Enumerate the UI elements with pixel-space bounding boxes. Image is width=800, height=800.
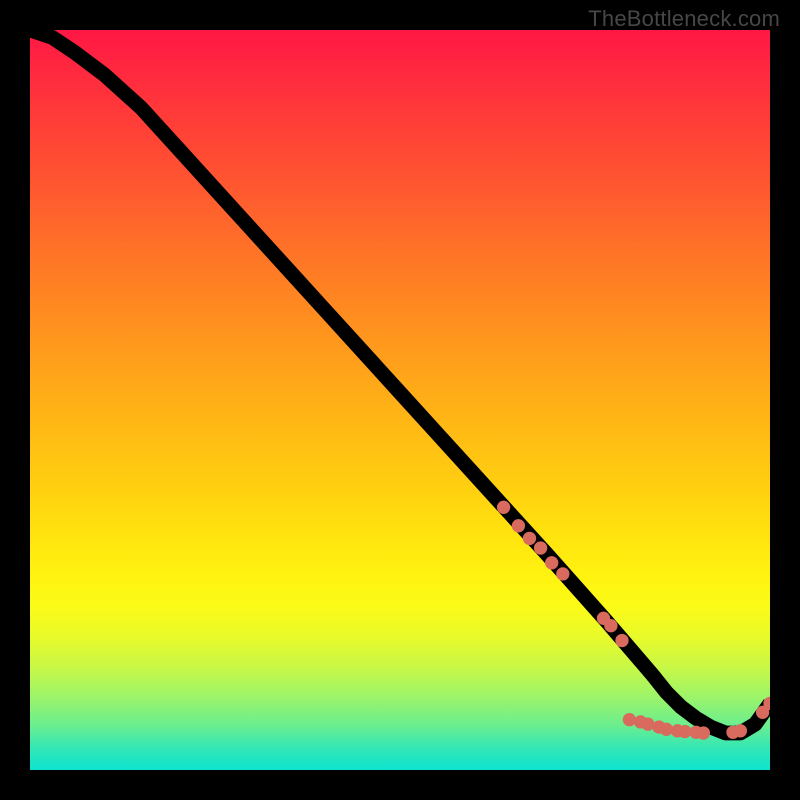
data-marker [604,619,617,632]
chart-svg [30,30,770,770]
data-marker [534,541,547,554]
data-marker [734,724,747,737]
data-marker [512,519,525,532]
data-marker [545,556,558,569]
data-marker [623,713,636,726]
bottleneck-curve [30,30,770,733]
data-marker [556,567,569,580]
data-marker [497,501,510,514]
watermark-text: TheBottleneck.com [588,6,780,32]
data-marker [697,726,710,739]
data-marker [523,532,536,545]
data-marker [615,634,628,647]
chart-area [30,30,770,770]
